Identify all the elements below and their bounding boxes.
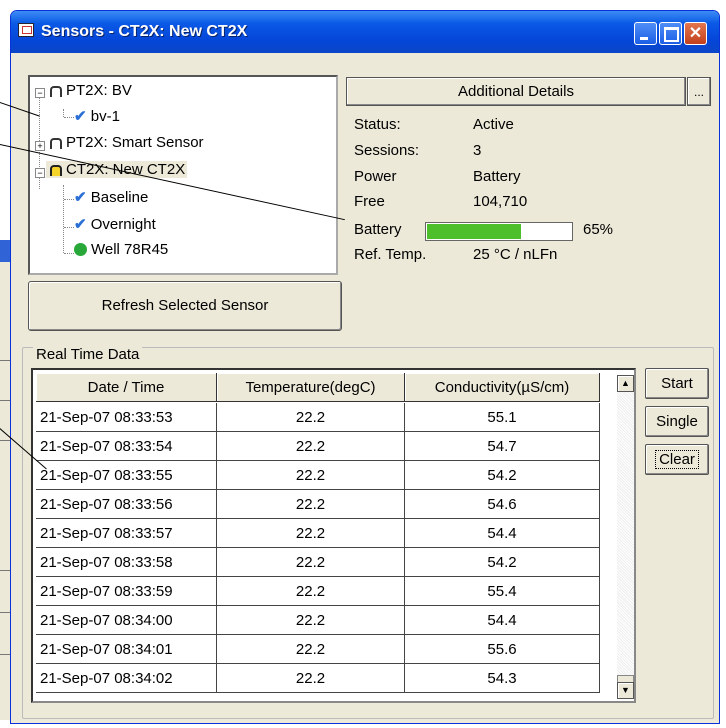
cell-datetime: 21-Sep-07 08:34:01 (36, 635, 217, 664)
ref-temp-value: 25 °C / nLFn (473, 246, 558, 263)
check-icon: ✔ (74, 108, 87, 125)
tree-line (64, 117, 74, 118)
cell-datetime: 21-Sep-07 08:33:58 (36, 548, 217, 577)
sessions-value: 3 (473, 142, 482, 159)
real-time-data-label: Real Time Data (33, 346, 143, 363)
free-value: 104,710 (473, 193, 528, 210)
collapse-icon[interactable]: − (35, 168, 45, 178)
cell-conductivity: 54.2 (405, 461, 600, 490)
tree-line (63, 109, 64, 117)
cell-datetime: 21-Sep-07 08:34:02 (36, 664, 217, 693)
table-row[interactable]: 21-Sep-07 08:33:54 22.2 54.7 (33, 432, 613, 461)
table-row[interactable]: 21-Sep-07 08:34:01 22.2 55.6 (33, 635, 613, 664)
sensor-tree[interactable]: − PT2X: BV ✔ bv-1 + PT2X: Smart Sensor −… (28, 75, 338, 275)
tree-node-overnight[interactable]: ✔ Overnight (74, 215, 156, 233)
cell-datetime: 21-Sep-07 08:33:53 (36, 403, 217, 432)
table-row[interactable]: 21-Sep-07 08:33:53 22.2 55.1 (33, 403, 613, 432)
column-header-temperature[interactable]: Temperature(degC) (217, 373, 405, 402)
grid-scrollbar[interactable]: ▲ ▼ (617, 375, 634, 699)
table-row[interactable]: 21-Sep-07 08:34:02 22.2 54.3 (33, 664, 613, 693)
cell-datetime: 21-Sep-07 08:33:54 (36, 432, 217, 461)
table-row[interactable]: 21-Sep-07 08:33:55 22.2 54.2 (33, 461, 613, 490)
cell-conductivity: 54.7 (405, 432, 600, 461)
column-header-conductivity[interactable]: Conductivity(µS/cm) (405, 373, 600, 402)
cell-temperature: 22.2 (217, 606, 405, 635)
data-grid[interactable]: Date / Time Temperature(degC) Conductivi… (31, 368, 636, 703)
tree-node-pt2x-bv[interactable]: PT2X: BV (48, 82, 132, 99)
cell-temperature: 22.2 (217, 403, 405, 432)
collapse-icon[interactable]: − (35, 88, 45, 98)
tree-line (64, 199, 74, 200)
additional-details-button[interactable]: Additional Details (346, 77, 686, 106)
cell-conductivity: 55.1 (405, 403, 600, 432)
table-row[interactable]: 21-Sep-07 08:33:56 22.2 54.6 (33, 490, 613, 519)
cell-conductivity: 54.4 (405, 519, 600, 548)
clear-button[interactable]: Clear (645, 444, 709, 475)
cell-datetime: 21-Sep-07 08:33:57 (36, 519, 217, 548)
cell-conductivity: 55.6 (405, 635, 600, 664)
table-row[interactable]: 21-Sep-07 08:33:59 22.2 55.4 (33, 577, 613, 606)
battery-fill (427, 224, 521, 239)
cell-temperature: 22.2 (217, 432, 405, 461)
sensor-icon (48, 136, 62, 149)
check-icon: ✔ (74, 189, 87, 206)
table-row[interactable]: 21-Sep-07 08:33:58 22.2 54.2 (33, 548, 613, 577)
sensor-active-icon (48, 163, 62, 176)
details-ellipsis-button[interactable]: ... (687, 77, 711, 106)
recording-icon (74, 243, 87, 256)
close-button[interactable]: ✕ (684, 22, 707, 45)
scroll-down-icon[interactable]: ▼ (617, 682, 634, 699)
battery-percent: 65% (583, 221, 614, 238)
cell-conductivity: 54.3 (405, 664, 600, 693)
tree-node-bv-1[interactable]: ✔ bv-1 (74, 107, 120, 125)
cell-conductivity: 54.2 (405, 548, 600, 577)
cell-conductivity: 55.4 (405, 577, 600, 606)
cell-temperature: 22.2 (217, 664, 405, 693)
close-icon: ✕ (688, 25, 703, 42)
scroll-up-icon[interactable]: ▲ (617, 375, 634, 392)
cell-datetime: 21-Sep-07 08:34:00 (36, 606, 217, 635)
check-icon: ✔ (74, 216, 87, 233)
cell-temperature: 22.2 (217, 635, 405, 664)
single-button[interactable]: Single (645, 406, 709, 437)
minimize-button[interactable] (634, 22, 657, 45)
status-label: Status: (354, 116, 401, 133)
status-value: Active (473, 116, 514, 133)
cell-conductivity: 54.4 (405, 606, 600, 635)
app-icon (18, 23, 34, 37)
cell-datetime: 21-Sep-07 08:33:55 (36, 461, 217, 490)
cell-temperature: 22.2 (217, 548, 405, 577)
expand-icon[interactable]: + (35, 141, 45, 151)
title-bar[interactable]: Sensors - CT2X: New CT2X ✕ (11, 11, 719, 53)
power-value: Battery (473, 168, 521, 185)
sensors-window: Sensors - CT2X: New CT2X ✕ − PT2X: BV ✔ … (10, 10, 720, 724)
cell-temperature: 22.2 (217, 461, 405, 490)
start-button[interactable]: Start (645, 368, 709, 399)
column-header-datetime[interactable]: Date / Time (36, 373, 217, 402)
table-row[interactable]: 21-Sep-07 08:33:57 22.2 54.4 (33, 519, 613, 548)
window-title: Sensors - CT2X: New CT2X (41, 23, 248, 40)
battery-bar (425, 222, 573, 241)
cell-datetime: 21-Sep-07 08:33:56 (36, 490, 217, 519)
cell-temperature: 22.2 (217, 519, 405, 548)
tree-node-smart-sensor[interactable]: PT2X: Smart Sensor (48, 134, 204, 151)
power-label: Power (354, 168, 397, 185)
cell-temperature: 22.2 (217, 577, 405, 606)
battery-label: Battery (354, 221, 402, 238)
maximize-button[interactable] (659, 22, 682, 45)
refresh-sensor-button[interactable]: Refresh Selected Sensor (28, 281, 342, 331)
tree-line (64, 253, 74, 254)
sessions-label: Sessions: (354, 142, 420, 159)
tree-node-baseline[interactable]: ✔ Baseline (74, 188, 148, 206)
tree-line (63, 185, 64, 253)
cell-datetime: 21-Sep-07 08:33:59 (36, 577, 217, 606)
free-label: Free (354, 193, 385, 210)
tree-node-well[interactable]: Well 78R45 (74, 241, 168, 258)
cell-conductivity: 54.6 (405, 490, 600, 519)
tree-line (64, 227, 74, 228)
sensor-icon (48, 84, 62, 97)
ref-temp-label: Ref. Temp. (354, 246, 427, 263)
cell-temperature: 22.2 (217, 490, 405, 519)
table-row[interactable]: 21-Sep-07 08:34:00 22.2 54.4 (33, 606, 613, 635)
